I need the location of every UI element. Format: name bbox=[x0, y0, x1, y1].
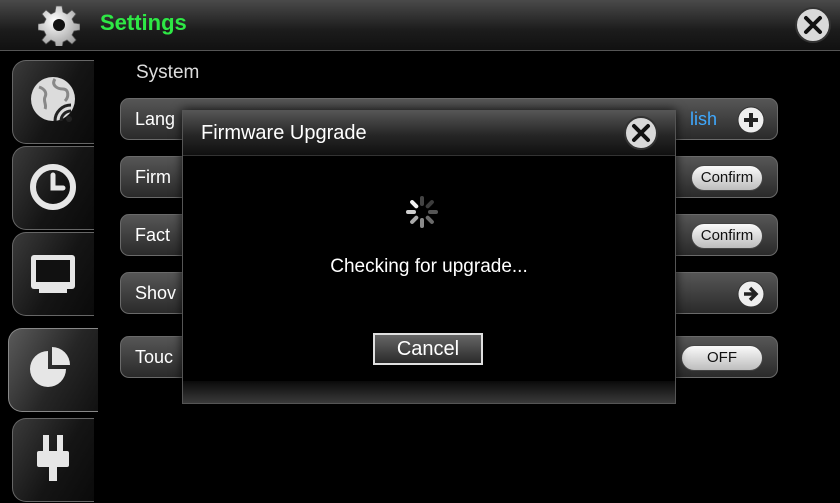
toggle-switch[interactable]: OFF bbox=[681, 345, 763, 371]
arrow-right-icon[interactable] bbox=[737, 280, 765, 308]
setting-label: Fact bbox=[135, 225, 171, 245]
sidebar-item-display[interactable] bbox=[12, 232, 94, 316]
setting-label: Shov bbox=[135, 283, 177, 303]
loading-spinner-icon bbox=[406, 196, 438, 228]
cancel-button[interactable]: Cancel bbox=[373, 333, 483, 365]
firmware-upgrade-dialog: Firmware Upgrade Checking for upgrade...… bbox=[182, 110, 676, 404]
globe-wifi-icon bbox=[31, 77, 75, 122]
dialog-title: Firmware Upgrade bbox=[201, 122, 367, 144]
sidebar-item-system[interactable] bbox=[8, 328, 98, 412]
page-title: Settings bbox=[100, 10, 187, 35]
sidebar-item-network[interactable] bbox=[12, 60, 94, 144]
pie-chart-icon bbox=[30, 347, 70, 387]
clock-icon bbox=[30, 164, 76, 210]
setting-label: Lang bbox=[135, 109, 176, 129]
status-message: Checking for upgrade... bbox=[330, 256, 528, 277]
confirm-button[interactable]: Confirm bbox=[691, 223, 763, 249]
plus-icon[interactable] bbox=[737, 106, 765, 134]
sidebar bbox=[0, 50, 98, 503]
setting-value: lish bbox=[689, 109, 717, 129]
section-title: System bbox=[136, 62, 200, 83]
dialog-header: Firmware Upgrade bbox=[183, 111, 675, 156]
setting-label: Firm bbox=[135, 167, 171, 187]
sidebar-item-power[interactable] bbox=[12, 418, 94, 502]
sidebar-item-clock[interactable] bbox=[12, 146, 94, 230]
title-bar: Settings bbox=[0, 0, 840, 51]
close-icon[interactable] bbox=[623, 115, 659, 151]
close-icon[interactable] bbox=[794, 6, 832, 44]
dialog-footer bbox=[183, 381, 675, 403]
display-icon bbox=[31, 255, 75, 293]
gear-icon bbox=[38, 5, 80, 46]
setting-label: Touc bbox=[135, 347, 174, 367]
power-plug-icon bbox=[37, 435, 69, 481]
confirm-button[interactable]: Confirm bbox=[691, 165, 763, 191]
